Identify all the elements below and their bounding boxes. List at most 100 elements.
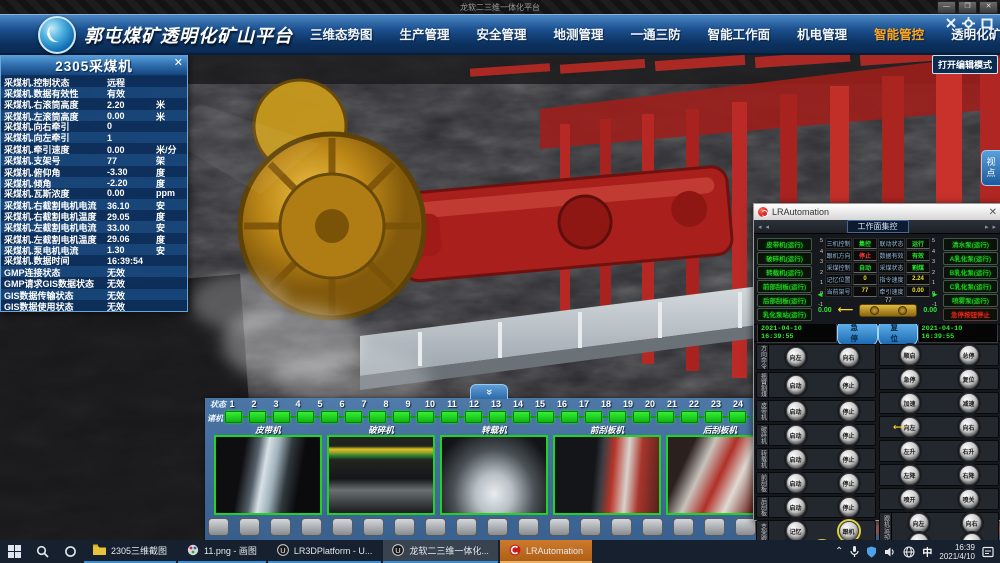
round-button-复位[interactable]: 复位: [959, 369, 979, 389]
round-button-总停[interactable]: 总停: [959, 345, 979, 365]
ime-indicator[interactable]: 中: [922, 544, 932, 559]
taskbar-clock[interactable]: 16:39 2021/4/10: [939, 543, 975, 561]
equipment-status-button[interactable]: A乳化泵(运行): [943, 252, 998, 265]
taskbar-task-4[interactable]: U龙软二三维一体化...: [383, 540, 498, 563]
round-button-跟机[interactable]: 跟机: [839, 521, 859, 541]
round-button-停止[interactable]: 停止: [839, 473, 859, 493]
nav-item-8[interactable]: 智能管控: [874, 24, 924, 43]
round-button-减速[interactable]: 减速: [959, 393, 979, 413]
nav-item-1[interactable]: 三维态势图: [310, 24, 373, 43]
equipment-status-button[interactable]: 清水泵(运行): [943, 238, 998, 251]
close-button[interactable]: ✕: [979, 1, 998, 14]
dock-thumb[interactable]: [580, 518, 601, 536]
round-button-左降[interactable]: 左降: [900, 465, 920, 485]
round-button-停止[interactable]: 停止: [839, 449, 859, 469]
round-button-停止[interactable]: 停止: [839, 497, 859, 517]
dock-thumb[interactable]: [673, 518, 694, 536]
round-button-启动[interactable]: 启动: [786, 497, 806, 517]
round-button-向右[interactable]: 向右: [839, 347, 859, 367]
dock-thumb[interactable]: [518, 518, 539, 536]
dock-thumb[interactable]: [363, 518, 384, 536]
lr-titlebar[interactable]: LRAutomation ✕: [754, 204, 1000, 220]
camera-thumbnail[interactable]: [440, 435, 548, 515]
strip-collapse-chevron-icon[interactable]: »: [470, 384, 508, 399]
round-button-启动[interactable]: 启动: [786, 473, 806, 493]
round-button-停止[interactable]: 停止: [839, 375, 859, 395]
search-icon[interactable]: [28, 540, 56, 563]
shield-icon[interactable]: [866, 546, 877, 558]
mic-icon[interactable]: [850, 546, 859, 558]
dock-thumb[interactable]: [394, 518, 415, 536]
dock-thumb[interactable]: [456, 518, 477, 536]
nav-item-3[interactable]: 安全管理: [477, 24, 527, 43]
taskbar-task-1[interactable]: 2305三维截图: [84, 540, 176, 563]
network-icon[interactable]: [903, 546, 915, 558]
camera-thumbnail[interactable]: [553, 435, 661, 515]
dock-thumb[interactable]: [425, 518, 446, 536]
maximize-button[interactable]: ❐: [958, 1, 977, 14]
equipment-status-button[interactable]: 转载机(运行): [757, 266, 812, 279]
notification-icon[interactable]: [982, 546, 994, 558]
round-button-向右[interactable]: 向右: [959, 417, 979, 437]
equipment-status-button[interactable]: 破碎机(运行): [757, 252, 812, 265]
minimize-button[interactable]: —: [937, 1, 956, 14]
nav-item-2[interactable]: 生产管理: [400, 24, 450, 43]
lr-close-icon[interactable]: ✕: [989, 207, 997, 218]
camera-thumbnail[interactable]: [327, 435, 435, 515]
round-button-向左[interactable]: 向左: [909, 513, 929, 533]
round-button-右升[interactable]: 右升: [959, 441, 979, 461]
dock-thumb[interactable]: [549, 518, 570, 536]
chevron-up-icon[interactable]: ⌃: [835, 546, 843, 557]
round-button-向左[interactable]: 向左: [786, 347, 806, 367]
resize-icon[interactable]: [979, 17, 994, 30]
nav-item-5[interactable]: 一通三防: [631, 24, 681, 43]
round-button-启动[interactable]: 启动: [786, 401, 806, 421]
dock-thumb[interactable]: [332, 518, 353, 536]
dock-thumb[interactable]: [642, 518, 663, 536]
round-button-记忆[interactable]: 记忆: [786, 521, 806, 541]
dock-thumb[interactable]: [208, 518, 229, 536]
volume-icon[interactable]: [884, 546, 896, 558]
round-button-启动[interactable]: 启动: [786, 449, 806, 469]
equipment-status-button[interactable]: B乳化泵(运行): [943, 266, 998, 279]
dock-thumb[interactable]: [301, 518, 322, 536]
viewpoint-tab[interactable]: 视点: [981, 150, 1000, 186]
dock-thumb[interactable]: [487, 518, 508, 536]
taskbar-task-5[interactable]: LRAutomation: [500, 540, 592, 563]
dock-thumb[interactable]: [239, 518, 260, 536]
dock-thumb[interactable]: [704, 518, 725, 536]
round-button-喷开[interactable]: 喷开: [900, 489, 920, 509]
round-button-急停[interactable]: 急停: [900, 369, 920, 389]
round-button-向右[interactable]: 向右: [962, 513, 982, 533]
nav-left-arrows-icon[interactable]: ◂ ◂: [758, 223, 770, 231]
round-button-加速[interactable]: 加速: [900, 393, 920, 413]
round-button-顺启[interactable]: 顺启: [900, 345, 920, 365]
round-button-停止[interactable]: 停止: [839, 425, 859, 445]
window-titlebar[interactable]: 龙软二三维一体化平台 — ❐ ✕: [0, 0, 1000, 14]
nav-item-4[interactable]: 地测管理: [554, 24, 604, 43]
equipment-status-button[interactable]: C乳化泵(运行): [943, 280, 998, 293]
nav-right-arrows-icon[interactable]: ▸ ▸: [985, 223, 997, 231]
round-button-启动[interactable]: 启动: [786, 375, 806, 395]
equipment-status-button[interactable]: 皮带机(运行): [757, 238, 812, 251]
lr-tab-workface-control[interactable]: 工作面集控: [847, 220, 909, 233]
round-button-停止[interactable]: 停止: [839, 401, 859, 421]
wrench-icon[interactable]: [943, 17, 958, 30]
camera-thumbnail[interactable]: [214, 435, 322, 515]
dock-thumb[interactable]: [611, 518, 632, 536]
cortana-icon[interactable]: [56, 540, 84, 563]
round-button-喷关[interactable]: 喷关: [959, 489, 979, 509]
nav-item-7[interactable]: 机电管理: [797, 24, 847, 43]
panel-close-icon[interactable]: ✕: [174, 56, 183, 69]
open-edit-mode-button[interactable]: 打开编辑模式: [932, 55, 998, 74]
nav-item-6[interactable]: 智能工作面: [708, 24, 771, 43]
taskbar-task-2[interactable]: 11.png - 画图: [178, 540, 266, 563]
start-button[interactable]: [0, 540, 28, 563]
round-button-左升[interactable]: 左升: [900, 441, 920, 461]
equipment-status-button[interactable]: 前部刮板(运行): [757, 280, 812, 293]
round-button-启动[interactable]: 启动: [786, 425, 806, 445]
round-button-右降[interactable]: 右降: [959, 465, 979, 485]
gear-icon[interactable]: [961, 17, 976, 30]
taskbar-task-3[interactable]: ULR3DPlatform - U...: [268, 540, 382, 563]
dock-thumb[interactable]: [270, 518, 291, 536]
